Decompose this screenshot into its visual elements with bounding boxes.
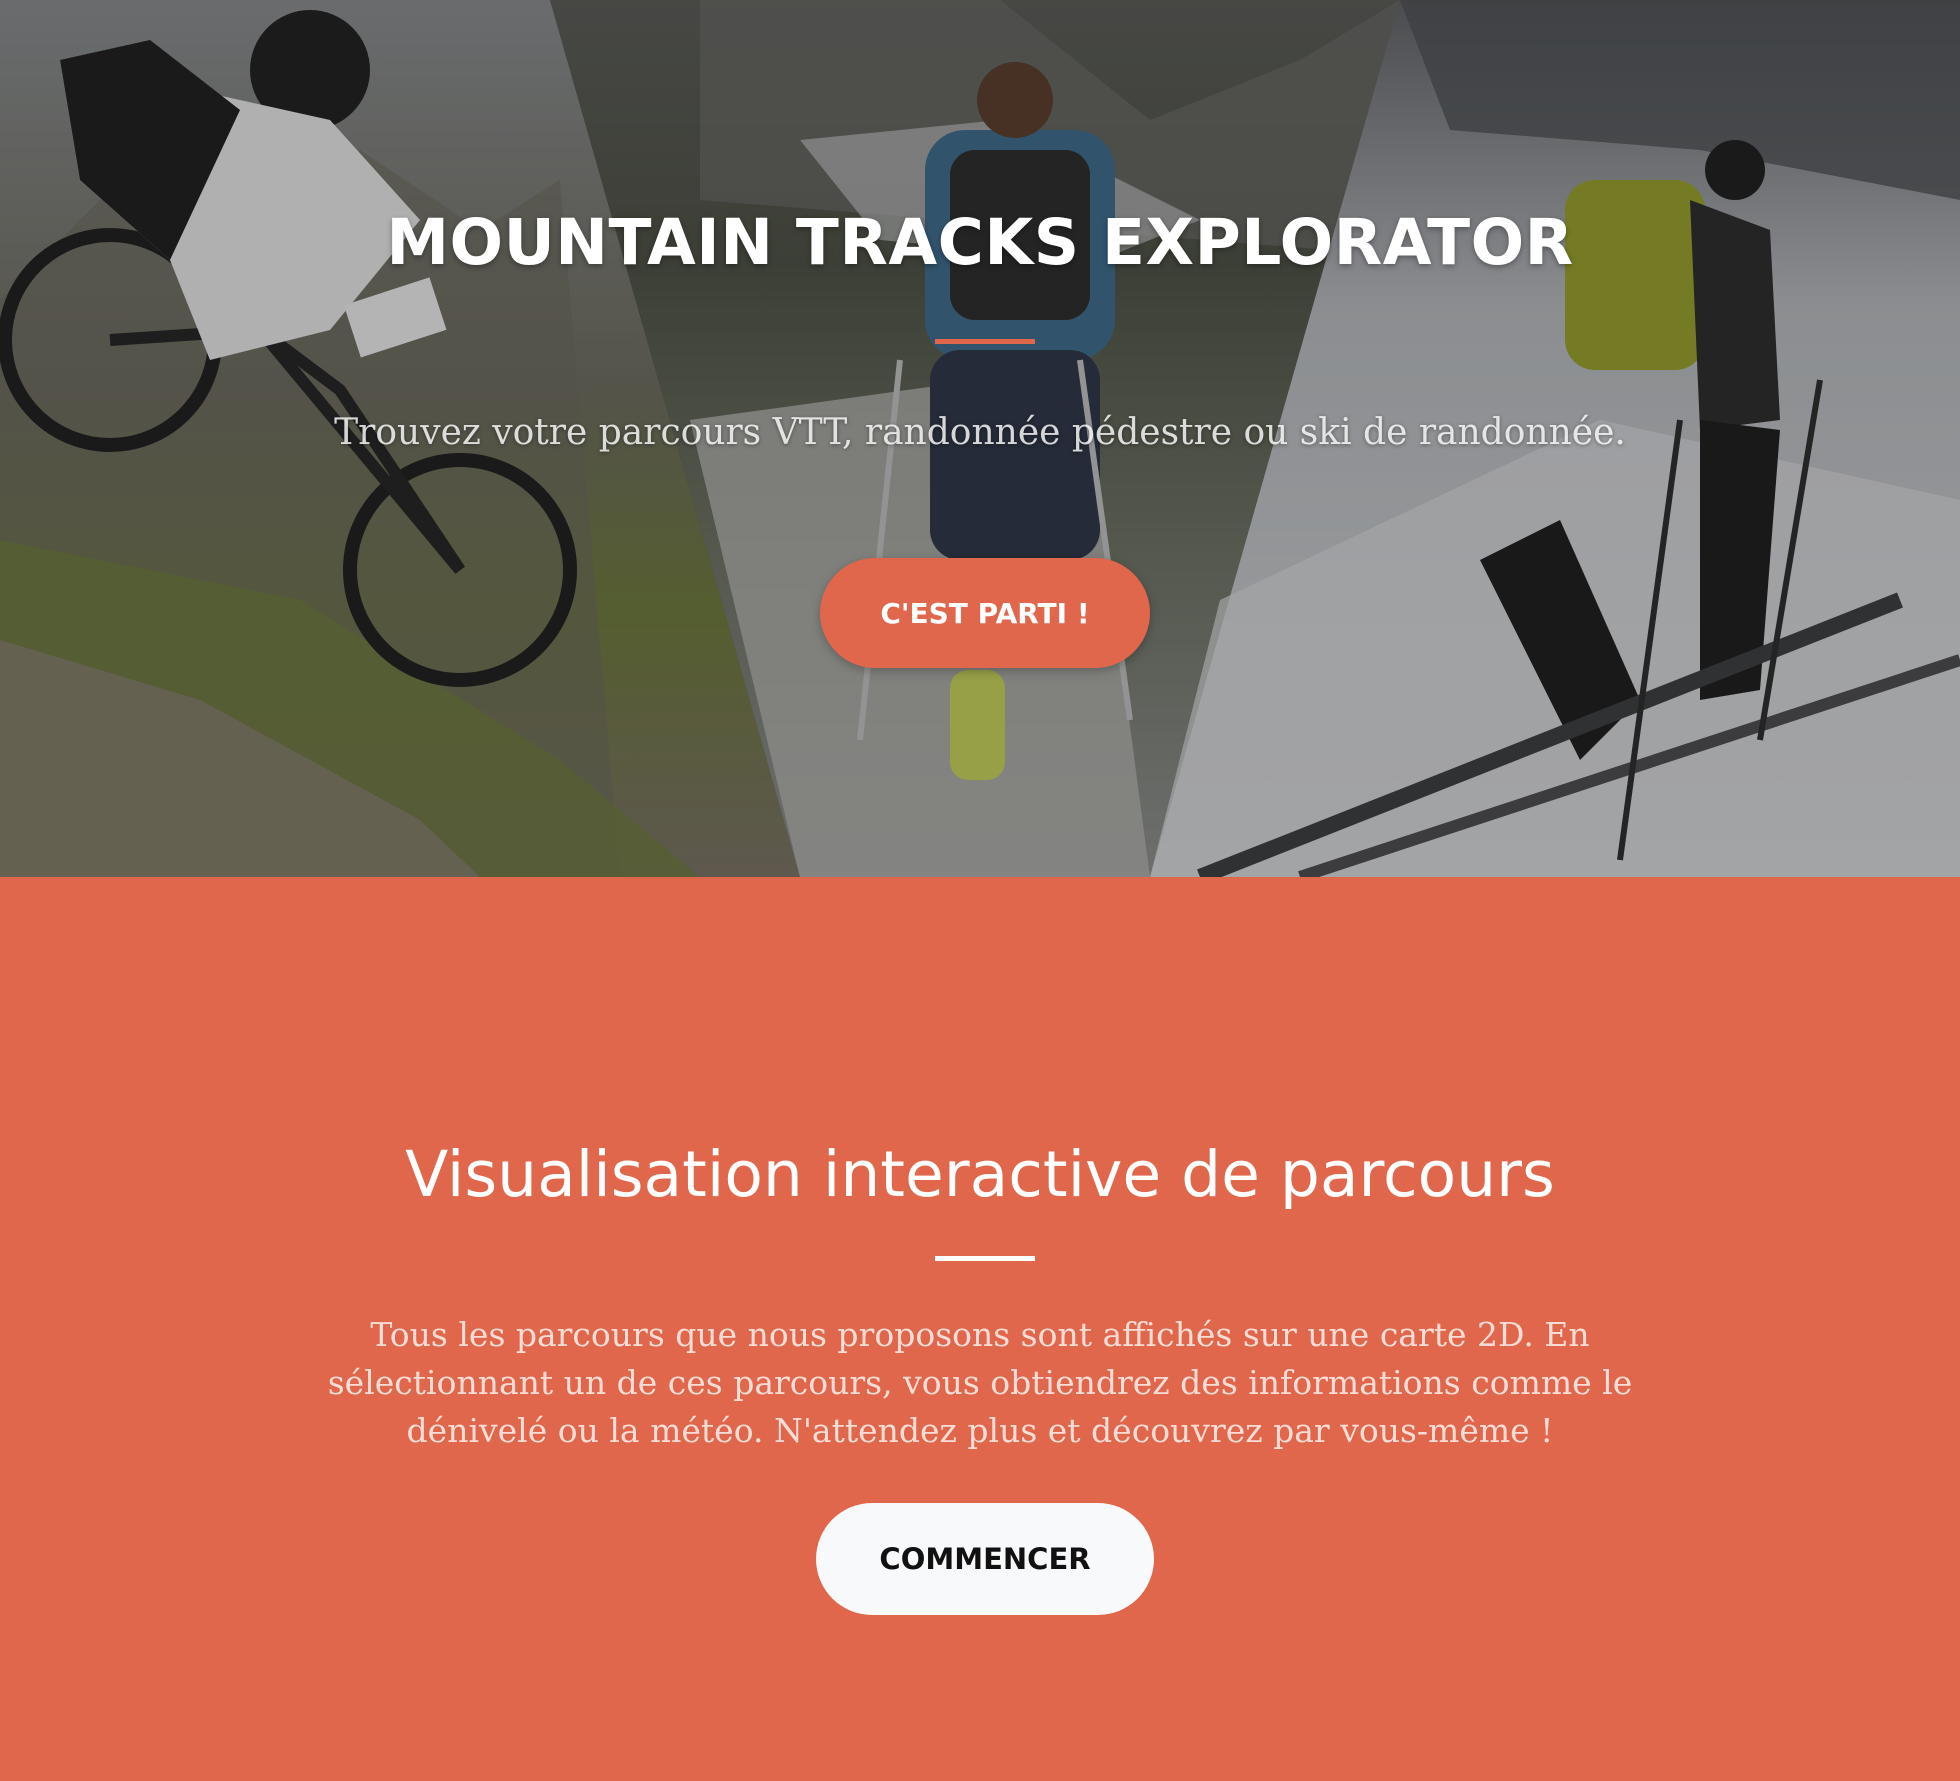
hero-divider: [935, 339, 1035, 344]
hero-title: MOUNTAIN TRACKS EXPLORATOR: [386, 206, 1574, 279]
commencer-button[interactable]: COMMENCER: [816, 1503, 1154, 1615]
hero-section: MOUNTAIN TRACKS EXPLORATOR Trouvez votre…: [0, 0, 1960, 877]
hero-subtitle: Trouvez votre parcours VTT, randonnée pé…: [334, 412, 1626, 453]
hero-content: MOUNTAIN TRACKS EXPLORATOR Trouvez votre…: [0, 0, 1960, 877]
about-divider: [935, 1256, 1035, 1261]
about-description: Tous les parcours que nous proposons son…: [327, 1315, 1633, 1450]
about-section: Visualisation interactive de parcours To…: [0, 877, 1960, 1781]
about-title: Visualisation interactive de parcours: [405, 1138, 1555, 1211]
cest-parti-button[interactable]: C'EST PARTI !: [820, 558, 1150, 668]
